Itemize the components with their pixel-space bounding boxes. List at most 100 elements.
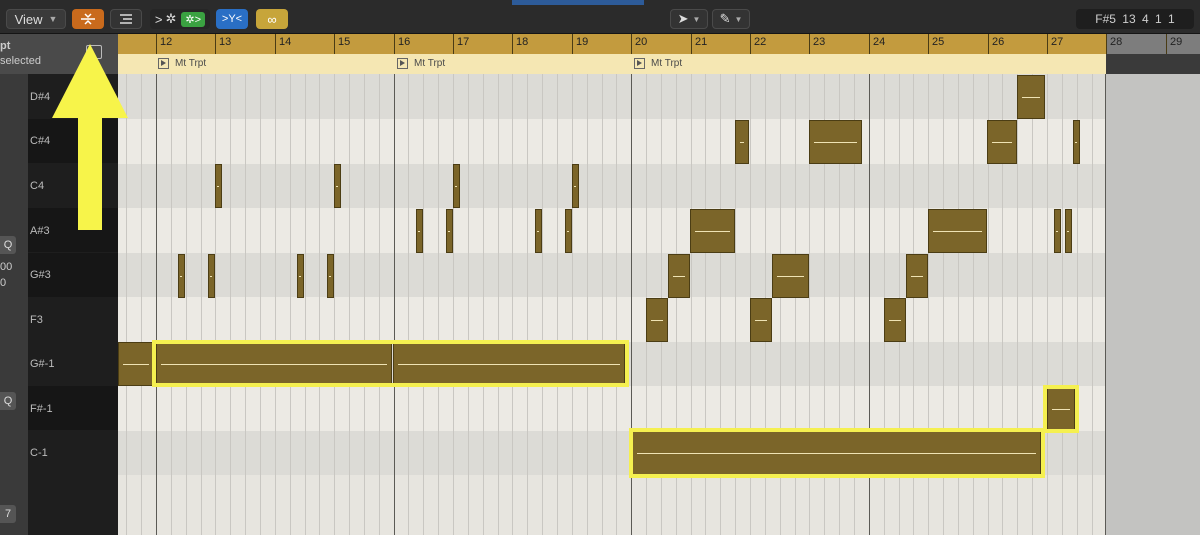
midi-port-icon: ✲: [165, 11, 177, 26]
grid-beat-line: [468, 74, 469, 535]
key-label: F3: [30, 314, 43, 326]
grid-beat-line: [587, 74, 588, 535]
grid-beat-line: [557, 74, 558, 535]
midi-note[interactable]: [215, 164, 222, 208]
grid-beat-line: [334, 74, 335, 535]
region-header-1[interactable]: Mt Trpt: [158, 56, 206, 70]
midi-note[interactable]: [1073, 120, 1080, 164]
ruler-tick: [453, 34, 454, 54]
region-title: pt: [0, 40, 11, 52]
midi-note[interactable]: [690, 209, 735, 253]
grid-beat-line: [1062, 74, 1063, 535]
ruler-bar-number: 26: [992, 36, 1005, 48]
midi-note[interactable]: [572, 164, 579, 208]
ruler-tick: [1106, 34, 1107, 54]
grid-beat-line: [498, 74, 499, 535]
link-icon: ∞: [267, 11, 277, 27]
midi-note[interactable]: [416, 209, 423, 253]
midi-in-arrow: >: [154, 11, 163, 27]
grid-beat-line: [572, 74, 573, 535]
ruler-bar-number: 22: [754, 36, 767, 48]
selection-highlight: [1043, 385, 1079, 433]
grid-beat-line: [364, 74, 365, 535]
grid-beat-line: [141, 74, 142, 535]
midi-note[interactable]: [1054, 209, 1061, 253]
ruler-tick: [215, 34, 216, 54]
grid-beat-line: [379, 74, 380, 535]
midi-note[interactable]: [334, 164, 341, 208]
view-menu[interactable]: View ▼: [6, 9, 66, 29]
region-header-3[interactable]: Mt Trpt: [634, 56, 682, 70]
key-label: C4: [30, 180, 45, 192]
ruler-bar-number: 17: [457, 36, 470, 48]
region-name: Mt Trpt: [651, 57, 683, 69]
ruler-bar-number: 20: [635, 36, 648, 48]
midi-note[interactable]: [987, 120, 1017, 164]
midi-note[interactable]: [118, 342, 154, 386]
grid-beat-line: [453, 74, 454, 535]
ruler-bar-number: 28: [1110, 36, 1123, 48]
grid-beat-line: [275, 74, 276, 535]
region-subtitle: selected: [0, 55, 41, 67]
midi-note[interactable]: [565, 209, 572, 253]
midi-in-out-button[interactable]: > ✲ ✲>: [150, 9, 210, 29]
grid-beat-line: [349, 74, 350, 535]
collapse-toggle-button[interactable]: [72, 9, 104, 29]
grid-beat-line: [156, 74, 157, 535]
ruler-bar-number: 21: [695, 36, 708, 48]
play-icon: [158, 57, 169, 69]
midi-note[interactable]: [928, 209, 987, 253]
ruler-tick: [572, 34, 573, 54]
midi-note[interactable]: [809, 120, 862, 164]
inspector-value: 0: [0, 277, 7, 289]
midi-note[interactable]: [327, 254, 334, 298]
ruler-bar-number: 16: [398, 36, 411, 48]
track-list-button[interactable]: [110, 9, 142, 29]
grid-beat-line: [527, 74, 528, 535]
midi-note[interactable]: [668, 254, 690, 298]
midi-note[interactable]: [1017, 75, 1045, 119]
ruler-tick: [512, 34, 513, 54]
chevron-down-icon: ▼: [692, 14, 701, 24]
midi-note[interactable]: [446, 209, 453, 253]
grid-beat-line: [305, 74, 306, 535]
grid-beat-line: [602, 74, 603, 535]
midi-note[interactable]: [750, 298, 772, 342]
region-header-2[interactable]: Mt Trpt: [397, 56, 445, 70]
play-icon: [397, 57, 408, 69]
midi-note[interactable]: [208, 254, 215, 298]
region-band-end: [1106, 54, 1200, 74]
midi-out-arrow: >: [194, 13, 202, 26]
midi-note[interactable]: [178, 254, 185, 298]
grid-beat-line: [542, 74, 543, 535]
midi-note[interactable]: [535, 209, 542, 253]
grid-beat-line: [186, 74, 187, 535]
catch-button[interactable]: >Y<: [216, 9, 248, 29]
ruler-tick: [750, 34, 751, 54]
inspector-number: 7: [0, 505, 16, 523]
collapse-icon: [81, 13, 95, 25]
ruler-tick: [275, 34, 276, 54]
grid-beat-line: [1092, 74, 1093, 535]
pencil-tool-menu[interactable]: ✎ ▼: [712, 9, 750, 29]
midi-note[interactable]: [735, 120, 749, 164]
list-icon: [120, 14, 132, 24]
pointer-tool-menu[interactable]: ➤ ▼: [670, 9, 708, 29]
grid-beat-line: [245, 74, 246, 535]
midi-note[interactable]: [906, 254, 928, 298]
midi-note[interactable]: [1065, 209, 1072, 253]
ruler-tick: [1047, 34, 1048, 54]
midi-note[interactable]: [884, 298, 906, 342]
key-label: G#-1: [30, 358, 55, 370]
midi-note[interactable]: [772, 254, 809, 298]
ruler-tick: [631, 34, 632, 54]
ruler-tick: [334, 34, 335, 54]
inspector-value: 00: [0, 261, 13, 273]
midi-note[interactable]: [646, 298, 668, 342]
midi-note[interactable]: [453, 164, 460, 208]
ruler-bar-number: 27: [1051, 36, 1064, 48]
link-button[interactable]: ∞: [256, 9, 288, 29]
quantize-button[interactable]: Q: [0, 236, 16, 254]
quantize-button[interactable]: Q: [0, 392, 16, 410]
midi-note[interactable]: [297, 254, 304, 298]
